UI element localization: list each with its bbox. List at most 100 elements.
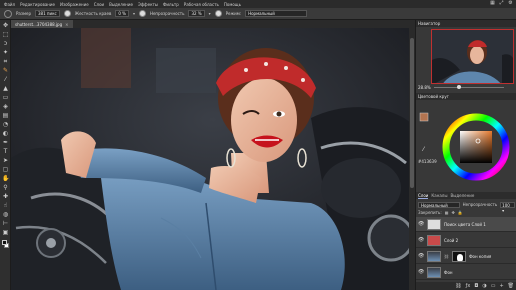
layer-opacity-input[interactable]: 100 ▾	[500, 201, 515, 213]
navigator-zoom-row: 28.8%	[418, 84, 515, 90]
hardness-dropdown-icon[interactable]: ▾	[133, 11, 135, 16]
photo-layer-thumb	[427, 266, 441, 278]
new-layer-icon[interactable]: +	[499, 283, 503, 289]
delete-layer-icon[interactable]: 🗑	[508, 283, 514, 289]
zoom-slider[interactable]	[433, 84, 504, 89]
menu-filter[interactable]: Фильтр	[163, 2, 179, 7]
tools-panel: ✥ ⬚ ↄ ✦ ⌗ ✎ ⁄ ▲ ▭ ◈ ▤ ◔ ◐ ✒ T ➤ ▢ ✋ ⚲ ✚ …	[0, 20, 11, 290]
menu-edit[interactable]: Редактирование	[20, 2, 55, 7]
eraser-tool-icon[interactable]: ▭	[2, 94, 9, 101]
zoom-slider-knob[interactable]	[456, 84, 461, 89]
ruler-tool-icon[interactable]: ⊢	[2, 220, 9, 227]
smudge-tool-icon[interactable]: ☝	[2, 202, 9, 209]
tab-selection[interactable]: Выделение	[450, 193, 474, 198]
color-layer-thumb	[427, 234, 441, 246]
zoom-tool-icon[interactable]: ⚲	[2, 184, 9, 191]
brush-tool-active-icon[interactable]: ✎	[2, 67, 9, 74]
bucket-tool-icon[interactable]: ◈	[2, 103, 9, 110]
settings-icon[interactable]: ⚙	[508, 1, 513, 6]
menu-file[interactable]: Файл	[4, 2, 15, 7]
visibility-eye-icon[interactable]: 👁	[418, 269, 424, 275]
hand-tool-icon[interactable]: ✋	[2, 175, 9, 182]
menu-select[interactable]: Выделение	[109, 2, 133, 7]
layers-panel-footer: ⛓ ƒx ◘ ◑ ▭ + 🗑	[416, 282, 516, 290]
layers-panel-tabs: Слои Каналы Выделение	[416, 192, 516, 199]
layer-row[interactable]: 👁 Поиск цвета Слой 1	[416, 217, 516, 232]
canvas-scrollbar-thumb[interactable]	[410, 38, 414, 188]
size-pressure-toggle[interactable]	[63, 10, 71, 17]
marquee-tool-icon[interactable]: ⬚	[2, 31, 9, 38]
foreground-color-swatch[interactable]	[2, 240, 7, 245]
zoom-value[interactable]: 28.8%	[418, 85, 431, 90]
size-input[interactable]: 381 пикс	[35, 10, 60, 17]
mode-pressure-toggle[interactable]	[214, 10, 222, 17]
options-bar: Размер 381 пикс Жесткость краев 0 % ▾ Не…	[0, 8, 516, 20]
menu-image[interactable]: Изображение	[60, 2, 89, 7]
image-canvas[interactable]	[11, 28, 415, 290]
navigator-title: Навигатор	[418, 21, 441, 26]
opacity-input[interactable]: 32 %	[188, 10, 205, 17]
eyedropper-tool-icon[interactable]: ⁄	[2, 76, 9, 83]
blur-tool-icon[interactable]: ◔	[2, 121, 9, 128]
visibility-eye-icon[interactable]: 👁	[418, 253, 424, 259]
menu-help[interactable]: Помощь	[224, 2, 241, 7]
new-folder-icon[interactable]: ▭	[491, 283, 496, 289]
eyedropper-icon[interactable]: ⁄	[423, 146, 424, 153]
close-icon[interactable]: ×	[65, 22, 68, 27]
hex-color-value[interactable]: #413639	[418, 159, 437, 164]
opacity-pressure-toggle[interactable]	[138, 10, 146, 17]
note-tool-icon[interactable]: ▣	[2, 229, 9, 236]
layer-mask-thumb[interactable]	[452, 250, 467, 262]
layer-row[interactable]: 👁 Слой 2	[416, 233, 516, 248]
layer-opacity-label: Непрозрачность	[462, 202, 498, 207]
menu-workspace[interactable]: Рабочая область	[184, 2, 219, 7]
brush-tool-icon[interactable]	[4, 9, 12, 18]
clone-stamp-icon[interactable]: ▲	[2, 85, 9, 92]
shape-tool-icon[interactable]: ▢	[2, 166, 9, 173]
blend-mode-select[interactable]: Нормальный	[245, 10, 308, 17]
dodge-tool-icon[interactable]: ◐	[2, 130, 9, 137]
tab-layers[interactable]: Слои	[418, 193, 429, 199]
layer-blend-mode-select[interactable]: Нормальный	[418, 201, 460, 208]
lasso-tool-icon[interactable]: ↄ	[2, 40, 9, 47]
fullscreen-icon[interactable]: ⤢	[499, 1, 504, 6]
mode-label: Режим:	[225, 11, 242, 16]
crop-tool-icon[interactable]: ⌗	[2, 58, 9, 65]
link-icon[interactable]: ⛓	[444, 254, 449, 259]
hardness-input[interactable]: 0 %	[115, 10, 129, 17]
move-tool-icon[interactable]: ✥	[2, 22, 9, 29]
color-wheel[interactable]	[416, 103, 516, 187]
path-select-icon[interactable]: ➤	[2, 157, 9, 164]
adjustment-icon[interactable]: ◑	[482, 283, 486, 289]
lock-transparency-icon[interactable]: ▦	[445, 210, 449, 215]
opacity-dropdown-icon[interactable]: ▾	[209, 11, 211, 16]
layer-name: Фон	[444, 269, 453, 275]
layer-controls: Нормальный Непрозрачность 100 ▾	[418, 201, 515, 213]
sponge-tool-icon[interactable]: ◍	[2, 211, 9, 218]
gradient-tool-icon[interactable]: ▤	[2, 112, 9, 119]
layer-row[interactable]: 👁 Фон	[416, 265, 516, 280]
document-tab[interactable]: shutterst...3704388.jpg ×	[11, 20, 73, 28]
ruler-icon[interactable]: ▦	[490, 1, 495, 6]
effects-icon[interactable]: ƒx	[466, 283, 471, 289]
photo-illustration	[11, 28, 415, 290]
visibility-eye-icon[interactable]: 👁	[418, 221, 424, 227]
menu-layers[interactable]: Слои	[94, 2, 104, 7]
healing-tool-icon[interactable]: ✚	[2, 193, 9, 200]
tab-channels[interactable]: Каналы	[431, 193, 447, 198]
add-mask-icon[interactable]: ◘	[474, 283, 478, 289]
hardness-label: Жесткость краев	[74, 11, 112, 16]
navigator-thumbnail[interactable]	[431, 29, 514, 84]
layer-name: Поиск цвета Слой 1	[444, 221, 486, 227]
lock-all-icon[interactable]: 🔒	[458, 210, 463, 215]
menu-effects[interactable]: Эффекты	[138, 2, 158, 7]
link-layers-icon[interactable]: ⛓	[455, 283, 461, 289]
layer-name: Слой 2	[444, 237, 459, 243]
lock-position-icon[interactable]: ✥	[451, 210, 454, 215]
visibility-eye-icon[interactable]: 👁	[418, 237, 424, 243]
magic-wand-icon[interactable]: ✦	[2, 49, 9, 56]
pen-tool-icon[interactable]: ✒	[2, 139, 9, 146]
text-tool-icon[interactable]: T	[2, 148, 9, 155]
right-panel: Навигатор 28.8% Цветовой круг ⁄ #413639 …	[415, 20, 516, 290]
layer-row[interactable]: 👁 ⛓ Фон копия	[416, 249, 516, 264]
